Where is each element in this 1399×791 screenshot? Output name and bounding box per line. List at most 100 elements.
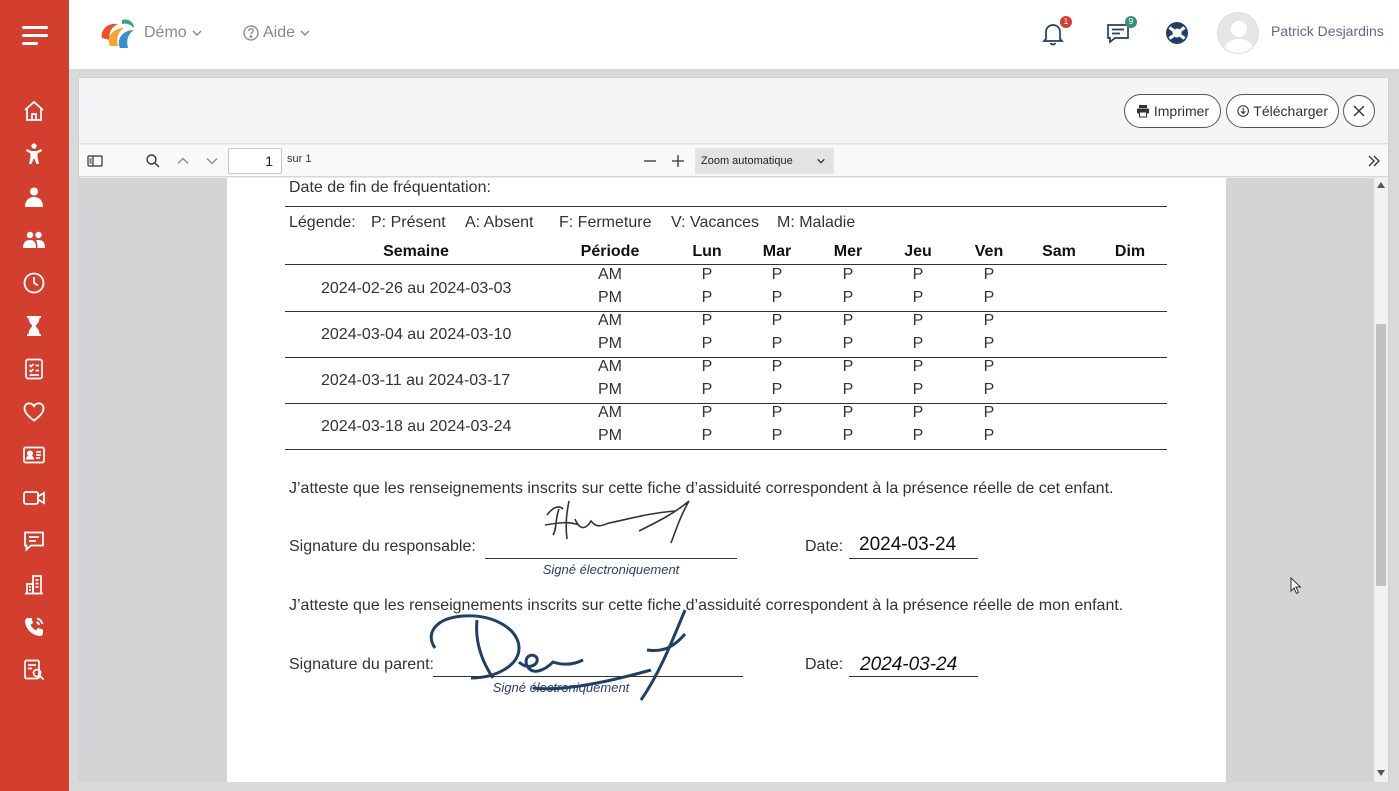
notifications-badge: 1: [1060, 16, 1072, 28]
demo-menu[interactable]: Démo: [144, 24, 203, 42]
print-button[interactable]: Imprimer: [1124, 94, 1221, 128]
close-icon: [1353, 105, 1365, 117]
more-tools-icon[interactable]: [1366, 153, 1382, 169]
id-card-icon[interactable]: [22, 443, 46, 467]
attendance-cell: P: [701, 404, 713, 421]
app-logo-icon[interactable]: [98, 16, 138, 52]
attendance-cell: P: [912, 427, 924, 444]
pdf-scroll-area[interactable]: Date de fin de fréquentation: Légende: P…: [79, 178, 1388, 782]
attendance-cell: P: [771, 289, 783, 306]
responsible-electronic-note: Signé électroniquement: [542, 562, 680, 577]
period-cell: AM: [598, 358, 622, 375]
heart-icon[interactable]: [22, 400, 46, 424]
building-icon[interactable]: [22, 572, 46, 596]
download-button[interactable]: Télécharger: [1226, 94, 1339, 128]
zoom-select[interactable]: Zoom automatique: [695, 148, 834, 174]
sidebar-toggle-icon[interactable]: [87, 153, 103, 169]
col-header-mon: Lun: [692, 243, 722, 260]
date-parent-label: Date:: [805, 656, 844, 673]
group-icon[interactable]: [22, 228, 46, 252]
attendance-cell: P: [701, 358, 713, 375]
download-button-label: Télécharger: [1253, 103, 1328, 119]
pdf-scrollbar[interactable]: [1374, 178, 1388, 782]
person-icon[interactable]: [22, 185, 46, 209]
attendance-cell: P: [842, 266, 854, 283]
attendance-cell: P: [771, 427, 783, 444]
attendance-cell: P: [842, 404, 854, 421]
date-parent-value: 2024-03-24: [860, 654, 958, 675]
legend-title: Légende:: [289, 214, 356, 231]
col-header-fri: Ven: [974, 243, 1004, 260]
attendance-cell: P: [701, 289, 713, 306]
attendance-cell: P: [983, 335, 995, 352]
col-header-sun: Dim: [1114, 243, 1146, 260]
scroll-down-arrow-icon[interactable]: [1377, 770, 1385, 776]
support-lifebuoy-icon[interactable]: [1164, 20, 1190, 46]
attendance-cell: P: [771, 404, 783, 421]
signature-responsible-label: Signature du responsable:: [289, 538, 476, 555]
printer-icon: [1136, 105, 1149, 118]
checklist-icon[interactable]: [22, 357, 46, 381]
close-viewer-button[interactable]: [1343, 95, 1375, 127]
top-header: Démo Aide 1 9 Patrick Desjardins: [69, 0, 1399, 69]
notifications-bell-icon[interactable]: 1: [1040, 16, 1072, 46]
user-name[interactable]: Patrick Desjardins: [1271, 23, 1384, 39]
attendance-cell: P: [983, 404, 995, 421]
attendance-cell: P: [912, 266, 924, 283]
mouse-cursor-icon: [1290, 577, 1302, 595]
week-divider: [285, 449, 1167, 450]
attendance-cell: P: [912, 358, 924, 375]
col-header-wed: Mer: [833, 243, 863, 260]
help-menu-label: Aide: [263, 24, 296, 41]
report-icon[interactable]: [22, 658, 46, 682]
user-avatar[interactable]: [1217, 12, 1259, 54]
attendance-cell: P: [842, 312, 854, 329]
attendance-cell: P: [842, 358, 854, 375]
video-camera-icon[interactable]: [22, 486, 46, 510]
legend-absent: A: Absent: [465, 214, 534, 231]
next-page-icon[interactable]: [204, 153, 220, 169]
download-circle-icon: [1237, 105, 1249, 117]
pdf-toolbar: 1 sur 1 Zoom automatique: [79, 145, 1388, 177]
messages-icon[interactable]: 9: [1105, 16, 1137, 46]
previous-page-icon[interactable]: [175, 153, 191, 169]
attendance-cell: P: [842, 381, 854, 398]
demo-menu-label: Démo: [144, 24, 187, 41]
legend-present: P: Présent: [371, 214, 446, 231]
parent-electronic-note: Signé électroniquement: [492, 680, 630, 695]
document-viewer: Imprimer Télécharger 1 sur 1 Zoom automa…: [78, 77, 1389, 782]
zoom-in-icon[interactable]: [670, 153, 686, 169]
scrollbar-thumb[interactable]: [1376, 324, 1386, 586]
clock-icon[interactable]: [22, 271, 46, 295]
date-responsible-label: Date:: [805, 538, 844, 555]
help-circle-icon: [243, 25, 259, 41]
attendance-cell: P: [771, 381, 783, 398]
hourglass-icon[interactable]: [22, 314, 46, 338]
menu-toggle-icon[interactable]: [22, 26, 48, 46]
chevron-down-icon: [817, 158, 825, 164]
period-cell: AM: [598, 404, 622, 421]
attendance-cell: P: [771, 335, 783, 352]
zoom-out-icon[interactable]: [642, 153, 658, 169]
phone-icon[interactable]: [22, 615, 46, 639]
period-cell: PM: [598, 289, 622, 306]
attendance-cell: P: [842, 335, 854, 352]
chat-message-icon[interactable]: [22, 529, 46, 553]
period-cell: AM: [598, 266, 622, 283]
week-range-label: 2024-03-04 au 2024-03-10: [321, 326, 512, 343]
home-icon[interactable]: [22, 99, 46, 123]
attendance-cell: P: [983, 427, 995, 444]
child-icon[interactable]: [22, 142, 46, 166]
attendance-cell: P: [983, 289, 995, 306]
week-range-label: 2024-03-11 au 2024-03-17: [321, 372, 511, 389]
week-range-label: 2024-02-26 au 2024-03-03: [321, 280, 512, 297]
search-icon[interactable]: [145, 153, 161, 169]
scroll-up-arrow-icon[interactable]: [1377, 182, 1385, 188]
attendance-cell: P: [983, 266, 995, 283]
attendance-cell: P: [983, 312, 995, 329]
help-menu[interactable]: Aide: [243, 24, 311, 42]
attest-responsible-text: J’atteste que les renseignements inscrit…: [289, 480, 1114, 497]
chevron-down-icon: [192, 30, 202, 36]
responsible-signature-icon: [544, 500, 690, 544]
page-number-input[interactable]: 1: [228, 148, 282, 174]
